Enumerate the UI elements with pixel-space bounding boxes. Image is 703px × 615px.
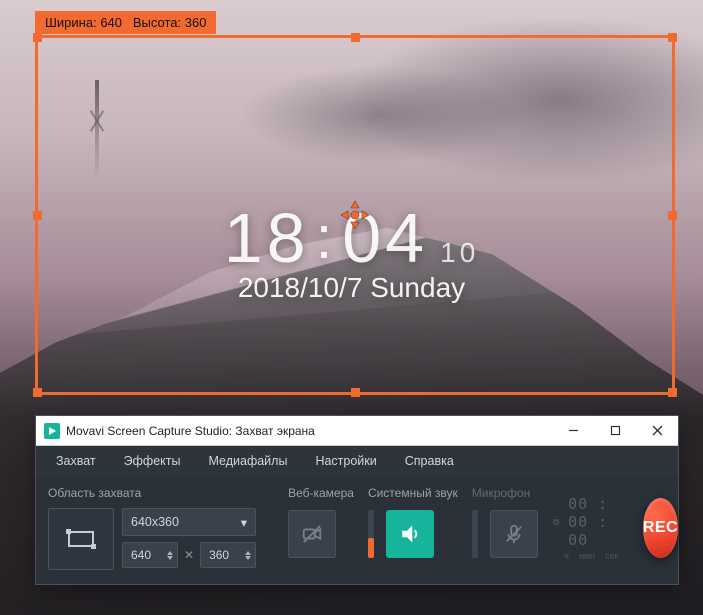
height-input[interactable]: 360	[200, 542, 256, 568]
minimize-button[interactable]	[552, 416, 594, 446]
webcam-toggle[interactable]	[288, 510, 336, 558]
app-icon	[44, 423, 60, 439]
microphone-toggle[interactable]	[490, 510, 538, 558]
close-button[interactable]	[636, 416, 678, 446]
webcam-label: Веб-камера	[288, 486, 354, 500]
maximize-button[interactable]	[594, 416, 636, 446]
system-sound-level[interactable]	[368, 510, 374, 558]
wallpaper-tower	[95, 80, 99, 180]
clock-seconds: 10	[440, 237, 479, 269]
timer-units: чминсек	[564, 551, 618, 561]
capture-dimensions-label: Ширина: 640 Высота: 360	[35, 11, 216, 34]
menubar: Захват Эффекты Медиафайлы Настройки Спра…	[36, 446, 678, 476]
titlebar[interactable]: Movavi Screen Capture Studio: Захват экр…	[36, 416, 678, 446]
record-button-label: REC	[643, 519, 678, 537]
width-input[interactable]: 640	[122, 542, 178, 568]
system-sound-toggle[interactable]	[386, 510, 434, 558]
dimension-separator-icon: ✕	[184, 548, 194, 562]
capture-area-label: Область захвата	[48, 486, 256, 500]
menu-media[interactable]: Медиафайлы	[194, 446, 301, 476]
move-region-handle[interactable]	[340, 200, 370, 230]
menu-help[interactable]: Справка	[391, 446, 468, 476]
menu-effects[interactable]: Эффекты	[110, 446, 195, 476]
record-controls: 00 : 00 : 00 чминсек REC	[552, 486, 682, 570]
clock-date: 2018/10/7 Sunday	[0, 272, 703, 304]
microphone-section: Микрофон	[472, 486, 538, 570]
menu-capture[interactable]: Захват	[42, 446, 110, 476]
control-panel: Область захвата 640x360 ▾ 640 ✕	[36, 476, 678, 584]
preset-value: 640x360	[131, 515, 179, 529]
scheduler[interactable]: 00 : 00 : 00 чминсек	[552, 495, 631, 561]
resolution-preset-dropdown[interactable]: 640x360 ▾	[122, 508, 256, 536]
menu-settings[interactable]: Настройки	[301, 446, 390, 476]
record-button[interactable]: REC	[643, 498, 678, 558]
window-title: Movavi Screen Capture Studio: Захват экр…	[66, 424, 552, 438]
webcam-section: Веб-камера	[288, 486, 354, 570]
clock-colon: :	[316, 203, 337, 272]
select-region-button[interactable]	[48, 508, 114, 570]
microphone-level[interactable]	[472, 510, 478, 558]
alarm-clock-icon	[552, 514, 560, 530]
app-window: Movavi Screen Capture Studio: Захват экр…	[35, 415, 679, 585]
system-sound-label: Системный звук	[368, 486, 458, 500]
capture-area-section: Область захвата 640x360 ▾ 640 ✕	[48, 486, 256, 570]
chevron-down-icon: ▾	[241, 515, 247, 530]
timer-value: 00 : 00 : 00	[568, 495, 631, 549]
system-sound-section: Системный звук	[368, 486, 458, 570]
clock-hours: 18	[224, 198, 310, 278]
microphone-label: Микрофон	[472, 486, 530, 500]
